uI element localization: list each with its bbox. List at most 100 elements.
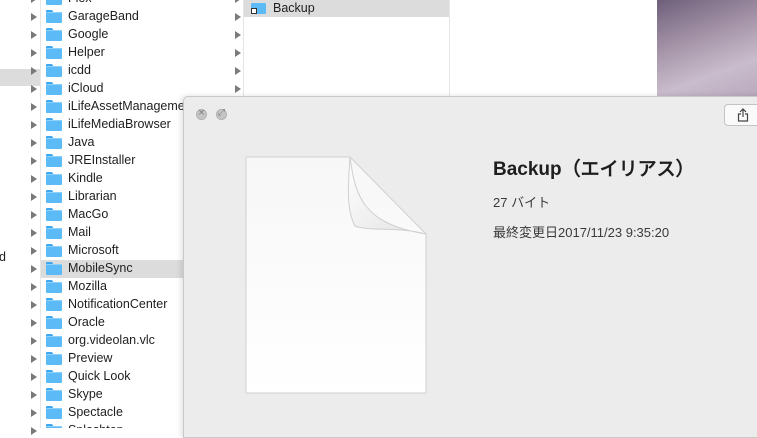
list-item-label: Backup: [273, 1, 315, 15]
folder-label: Oracle: [68, 315, 105, 329]
disclosure-arrow-icon[interactable]: [31, 157, 37, 165]
folder-icon: [46, 10, 62, 23]
folder-icon: [46, 28, 62, 41]
disclosure-arrow-icon[interactable]: [31, 391, 37, 399]
folder-icon: [46, 262, 62, 275]
folder-label: org.videolan.vlc: [68, 333, 155, 347]
folder-label: Mozilla: [68, 279, 107, 293]
folder-label: Librarian: [68, 189, 117, 203]
disclosure-arrow-icon[interactable]: [31, 265, 37, 273]
folder-icon: [46, 406, 62, 419]
desktop-background-image: [657, 0, 757, 100]
folder-row[interactable]: icdd: [41, 62, 243, 80]
folder-icon: [46, 334, 62, 347]
folder-icon: [46, 226, 62, 239]
disclosure-arrow-icon[interactable]: [235, 31, 241, 39]
disclosure-arrow-icon[interactable]: [31, 211, 37, 219]
disclosure-arrow-icon[interactable]: [31, 103, 37, 111]
disclosure-arrow-icon[interactable]: [235, 0, 241, 3]
close-button[interactable]: ×: [196, 108, 207, 120]
disclosure-arrow-icon[interactable]: [31, 175, 37, 183]
folder-icon: [46, 46, 62, 59]
quick-look-panel: × ⤢ Backup（エイリアス） 27 バイト 最終変更日2017/11/23…: [183, 96, 757, 438]
folder-label: Skype: [68, 387, 103, 401]
alias-folder-icon: [251, 2, 266, 14]
disclosure-arrow-icon[interactable]: [31, 13, 37, 21]
folder-icon: [46, 208, 62, 221]
disclosure-arrow-icon[interactable]: [235, 13, 241, 21]
disclosure-arrow-icon[interactable]: [31, 355, 37, 363]
file-size: 27 バイト: [493, 195, 551, 210]
file-title: Backup（エイリアス）: [493, 159, 695, 180]
folder-label: Helper: [68, 45, 105, 59]
share-button[interactable]: [724, 104, 757, 126]
disclosure-arrow-icon[interactable]: [31, 31, 37, 39]
folder-icon: [46, 0, 62, 5]
folder-label: MacGo: [68, 207, 109, 221]
disclosure-arrow-icon[interactable]: [31, 67, 37, 75]
folder-icon: [46, 298, 62, 311]
folder-icon: [46, 316, 62, 329]
disclosure-arrow-icon[interactable]: [235, 85, 241, 93]
folder-label: icdd: [68, 63, 91, 77]
folder-label: GarageBand: [68, 9, 139, 23]
disclosure-arrow-icon[interactable]: [31, 427, 37, 435]
folder-icon: [46, 172, 62, 185]
fullscreen-icon: ⤢: [217, 108, 226, 118]
folder-icon: [46, 100, 62, 113]
folder-row[interactable]: GarageBand: [41, 8, 243, 26]
folder-icon: [46, 118, 62, 131]
disclosure-arrow-icon[interactable]: [31, 85, 37, 93]
disclosure-arrow-icon[interactable]: [31, 301, 37, 309]
folder-label: JREInstaller: [68, 153, 136, 167]
folder-icon: [46, 424, 62, 428]
folder-icon: [46, 352, 62, 365]
disclosure-arrow-icon[interactable]: [31, 229, 37, 237]
disclosure-arrow-icon[interactable]: [31, 247, 37, 255]
folder-label: Mail: [68, 225, 91, 239]
folder-label: Flex: [68, 0, 92, 5]
disclosure-arrow-icon[interactable]: [235, 49, 241, 57]
file-modified-date: 最終変更日2017/11/23 9:35:20: [493, 225, 670, 240]
folder-icon: [46, 82, 62, 95]
close-icon: ×: [197, 108, 206, 118]
disclosure-arrow-icon[interactable]: [31, 49, 37, 57]
disclosure-arrow-icon[interactable]: [31, 283, 37, 291]
disclosure-arrow-icon[interactable]: [31, 193, 37, 201]
folder-label: Google: [68, 27, 109, 41]
disclosure-arrow-icon[interactable]: [31, 373, 37, 381]
folder-label: Preview: [68, 351, 113, 365]
disclosure-arrow-icon[interactable]: [31, 319, 37, 327]
folder-label: MobileSync: [68, 261, 133, 275]
folder-label: Splashtop: [68, 423, 124, 428]
folder-label: Kindle: [68, 171, 103, 185]
disclosure-arrow-icon[interactable]: [235, 67, 241, 75]
disclosure-arrow-icon[interactable]: [31, 337, 37, 345]
disclosure-arrow-icon[interactable]: [31, 0, 37, 3]
folder-row[interactable]: Helper: [41, 44, 243, 62]
folder-label: Java: [68, 135, 95, 149]
share-icon: [737, 108, 749, 122]
disclosure-arrow-icon[interactable]: [31, 139, 37, 147]
folder-label: Quick Look: [68, 369, 131, 383]
disclosure-arrow-icon[interactable]: [31, 121, 37, 129]
folder-label: Spectacle: [68, 405, 123, 419]
folder-label: iLifeMediaBrowser: [68, 117, 171, 131]
folder-label: iCloud: [68, 81, 104, 95]
fullscreen-button[interactable]: ⤢: [216, 108, 227, 120]
folder-icon: [46, 154, 62, 167]
list-item-backup[interactable]: Backup: [244, 0, 449, 17]
folder-icon: [46, 370, 62, 383]
column-0: d: [0, 0, 41, 435]
disclosure-arrow-icon[interactable]: [31, 409, 37, 417]
folder-icon: [46, 280, 62, 293]
generic-document-icon: [245, 156, 427, 394]
folder-icon: [46, 136, 62, 149]
folder-label: iLifeAssetManagement: [68, 99, 196, 113]
folder-label: NotificationCenter: [68, 297, 168, 311]
folder-row[interactable]: Google: [41, 26, 243, 44]
folder-row[interactable]: Flex: [41, 0, 243, 8]
folder-icon: [46, 64, 62, 77]
folder-icon: [46, 190, 62, 203]
column-0-text: d: [0, 250, 6, 264]
